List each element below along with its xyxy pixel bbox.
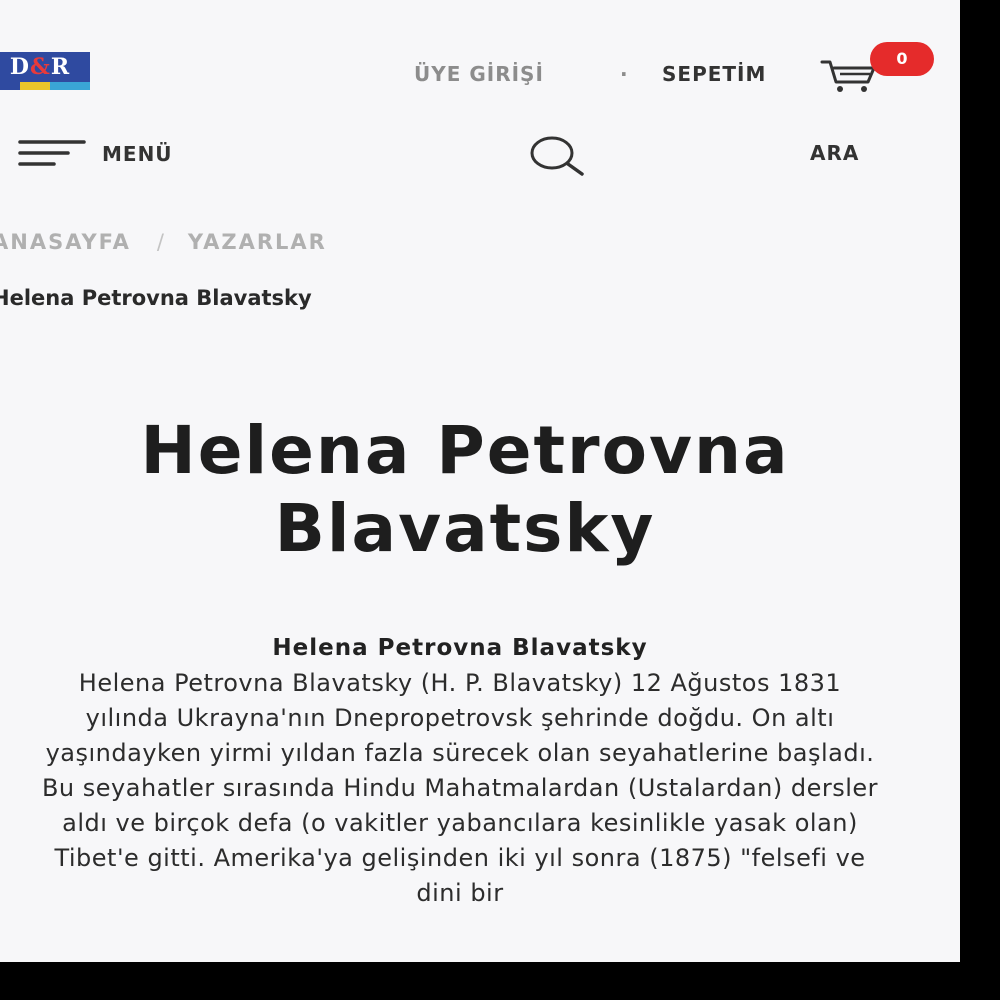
logo-mark: D&R bbox=[0, 52, 90, 82]
breadcrumb: ANASAYFA / YAZARLAR bbox=[0, 228, 327, 256]
page: D&R ÜYE GİRİŞİ · SEPETİM 0 MENÜ ARA ANAS… bbox=[0, 0, 960, 962]
bio-text: Helena Petrovna Blavatsky (H. P. Blavats… bbox=[41, 669, 879, 907]
menu-label[interactable]: MENÜ bbox=[102, 141, 173, 167]
bio-heading: Helena Petrovna Blavatsky bbox=[272, 635, 648, 661]
hamburger-menu-icon[interactable] bbox=[18, 137, 86, 169]
logo[interactable]: D&R bbox=[0, 52, 90, 92]
screen-edge-right bbox=[960, 0, 1000, 1000]
screen-edge-bottom bbox=[0, 962, 1000, 1000]
search-button[interactable]: ARA bbox=[810, 140, 859, 166]
breadcrumb-authors[interactable]: YAZARLAR bbox=[188, 230, 327, 254]
member-login-link[interactable]: ÜYE GİRİŞİ bbox=[414, 60, 544, 88]
search-icon[interactable] bbox=[528, 134, 588, 178]
breadcrumb-current: Helena Petrovna Blavatsky bbox=[0, 286, 312, 310]
cart-count-badge[interactable]: 0 bbox=[870, 42, 934, 76]
breadcrumb-home[interactable]: ANASAYFA bbox=[0, 230, 131, 254]
breadcrumb-separator: / bbox=[156, 230, 166, 254]
logo-stripe bbox=[0, 82, 90, 90]
cart-link[interactable]: SEPETİM bbox=[662, 60, 766, 88]
header-separator: · bbox=[620, 62, 629, 86]
page-title: Helena Petrovna Blavatsky bbox=[140, 412, 790, 567]
